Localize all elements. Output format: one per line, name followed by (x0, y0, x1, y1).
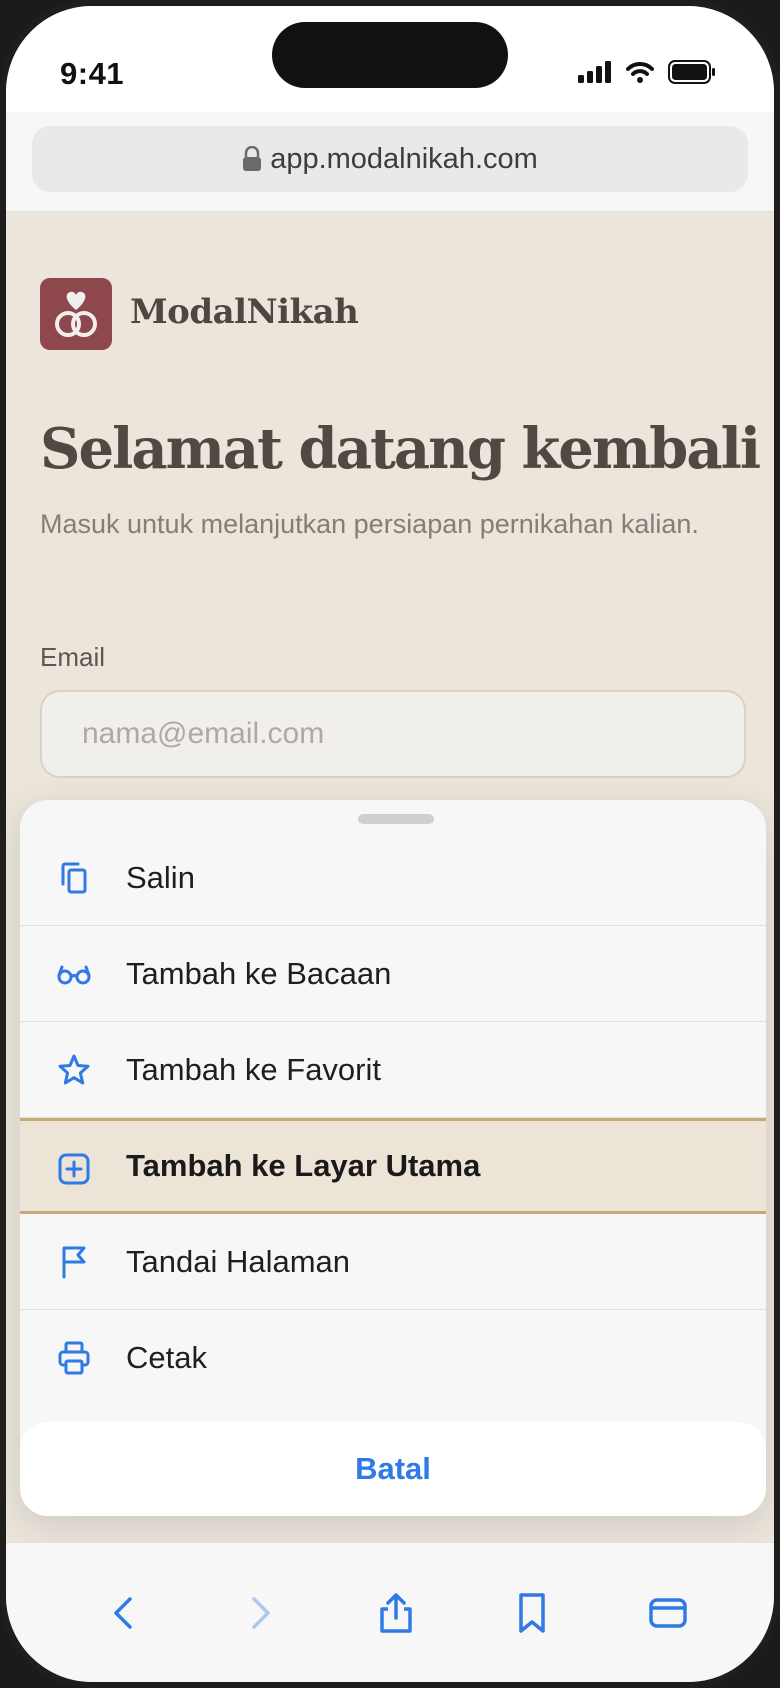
lock-icon (243, 146, 262, 171)
share-menu: Salin Tambah ke Bacaan Tambah ke Favorit (20, 830, 766, 1406)
share-sheet: Salin Tambah ke Bacaan Tambah ke Favorit (20, 800, 766, 1516)
reading-list-icon (57, 965, 91, 985)
menu-item-print[interactable]: Cetak (20, 1310, 766, 1406)
menu-item-copy[interactable]: Salin (20, 830, 766, 926)
menu-item-label: Tandai Halaman (126, 1243, 351, 1279)
flag-icon (62, 1246, 86, 1279)
status-time: 9:41 (60, 56, 125, 91)
phone-frame: 9:41 app.modalnikah.com ModalNikah Selam… (0, 0, 780, 1688)
forward-icon[interactable] (238, 1591, 282, 1635)
menu-item-label: Cetak (126, 1340, 207, 1375)
menu-item-favorites[interactable]: Tambah ke Favorit (20, 1022, 766, 1118)
share-icon[interactable] (374, 1591, 418, 1635)
battery-icon (668, 60, 715, 84)
menu-item-add-to-home[interactable]: Tambah ke Layar Utama (20, 1118, 766, 1214)
menu-item-label: Tambah ke Layar Utama (126, 1148, 481, 1183)
wifi-icon (626, 62, 654, 83)
copy-icon (61, 862, 87, 894)
back-icon[interactable] (102, 1591, 146, 1635)
status-bar: 9:41 (6, 6, 774, 112)
menu-item-label: Salin (126, 859, 195, 895)
tabs-icon[interactable] (646, 1591, 690, 1635)
dynamic-island (272, 22, 508, 88)
signal-icon (578, 61, 611, 83)
status-icons (578, 60, 716, 84)
star-icon (58, 1054, 90, 1085)
menu-item-mark-page[interactable]: Tandai Halaman (20, 1214, 766, 1310)
sheet-grabber[interactable] (358, 814, 434, 824)
cancel-button[interactable]: Batal (20, 1422, 766, 1516)
url-text: app.modalnikah.com (270, 142, 538, 175)
address-bar[interactable]: app.modalnikah.com (32, 126, 748, 192)
add-square-icon (58, 1153, 90, 1185)
bookmarks-icon[interactable] (510, 1591, 554, 1635)
browser-toolbar (6, 1542, 774, 1682)
menu-item-label: Tambah ke Favorit (126, 1051, 381, 1087)
menu-item-label: Tambah ke Bacaan (126, 955, 392, 991)
menu-item-reading-list[interactable]: Tambah ke Bacaan (20, 926, 766, 1022)
browser-address-area: app.modalnikah.com (6, 112, 774, 212)
printer-icon (58, 1341, 90, 1375)
